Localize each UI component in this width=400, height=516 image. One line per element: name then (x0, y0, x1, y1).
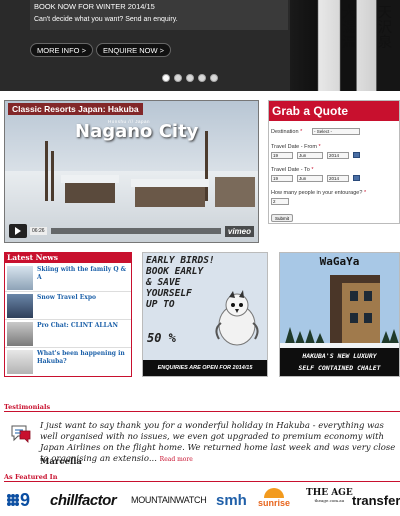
slider-dot[interactable] (210, 74, 218, 82)
hero-lantern-image: 大湯温 天沢泉 (290, 0, 400, 91)
video-big-title: Nagano City (75, 121, 199, 142)
roof (131, 179, 209, 187)
transfer-logo[interactable]: transfer (352, 488, 400, 512)
wagaya-title: WaGaYa (319, 255, 360, 268)
read-more-link[interactable]: Read more (160, 456, 193, 463)
slider-dots (162, 74, 218, 82)
news-thumbnail (7, 350, 33, 374)
to-label: Travel Date - To * (271, 167, 314, 173)
news-link[interactable]: Snow Travel Expo (37, 294, 129, 302)
wagaya-footer: HAKUBA'S NEW LUXURY SELF CONTAINED CHALE… (280, 348, 399, 376)
news-link[interactable]: Pro Chat: CLINT ALLAN (37, 322, 129, 330)
hero-subtext: Can't decide what you want? Send an enqu… (34, 16, 178, 23)
testimonials-heading: Testimonials (4, 403, 51, 411)
more-info-button[interactable]: MORE INFO > (30, 43, 93, 57)
news-link[interactable]: Skiing with the family Q & A (37, 266, 129, 282)
people-select[interactable]: 2 (271, 198, 289, 205)
enquire-now-button[interactable]: ENQUIRE NOW > (96, 43, 172, 57)
slider-dot[interactable] (186, 74, 194, 82)
video-player[interactable]: Classic Resorts Japan: Hakuba Honshu ///… (4, 100, 259, 243)
wagaya-banner[interactable]: WaGaYa HAKUBA'S NEW LUXURY SELF CONTAINE… (279, 252, 400, 377)
to-day-select[interactable]: 19 (271, 175, 293, 182)
news-item[interactable]: Snow Travel Expo (5, 292, 131, 320)
quote-form: Grab a Quote Destination * - Select - Tr… (268, 100, 400, 224)
calendar-icon[interactable] (353, 152, 360, 158)
house (215, 177, 255, 207)
window (350, 291, 358, 301)
window (364, 313, 372, 323)
video-progress-bar[interactable] (50, 228, 221, 234)
slider-dot[interactable] (174, 74, 182, 82)
news-thumbnail (7, 322, 33, 346)
sunrise-logo[interactable]: sunrise (258, 488, 290, 512)
house (135, 185, 205, 207)
news-thumbnail (7, 266, 33, 290)
early-birds-footer: ENQUIRIES ARE OPEN FOR 2014/15 (143, 360, 267, 376)
vimeo-logo[interactable]: vimeo (224, 225, 254, 237)
latest-news: Latest News Skiing with the family Q & A… (4, 252, 132, 377)
tree (205, 131, 208, 201)
early-birds-banner[interactable]: EARLY BIRDS! BOOK EARLY & SAVE YOURSELF … (142, 252, 268, 377)
mountainwatch-logo[interactable]: MOUNTAINWATCH (131, 488, 207, 512)
testimonial-author: Marcella (40, 457, 82, 467)
calendar-icon[interactable] (353, 175, 360, 181)
from-day-select[interactable]: 19 (271, 152, 293, 159)
slider-dot[interactable] (198, 74, 206, 82)
roof (61, 175, 119, 183)
speech-bubble-icon (11, 425, 31, 443)
featured-heading: As Featured In (4, 473, 58, 481)
sun-icon (264, 488, 284, 498)
tree (45, 141, 48, 201)
video-title[interactable]: Classic Resorts Japan: Hakuba (8, 103, 143, 115)
news-item[interactable]: What's been happening in Hakuba? (5, 348, 131, 376)
quote-title: Grab a Quote (269, 101, 399, 121)
divider (4, 411, 400, 412)
from-month-select[interactable]: Jun (297, 152, 323, 159)
discount-percent: 50 % (147, 331, 176, 345)
news-item[interactable]: Skiing with the family Q & A (5, 264, 131, 292)
news-title: Latest News (5, 253, 131, 263)
house (65, 181, 115, 203)
to-year-select[interactable]: 2014 (327, 175, 349, 182)
window (364, 291, 372, 301)
destination-label: Destination * (271, 129, 303, 135)
play-icon[interactable] (9, 224, 27, 238)
video-time: 06:26 (30, 227, 47, 235)
smh-logo[interactable]: smh (216, 488, 247, 512)
people-label: How many people in your entourage? * (271, 190, 367, 196)
the-age-logo[interactable]: THE AGE theage.com.au (306, 488, 353, 512)
dots-icon (7, 494, 19, 506)
video-controls: 06:26 vimeo (9, 224, 254, 238)
chillfactor-logo[interactable]: chillfactor (50, 488, 117, 512)
news-thumbnail (7, 294, 33, 318)
tree (51, 151, 54, 201)
hero-headline: BOOK NOW FOR WINTER 2014/15 (34, 2, 155, 11)
destination-select[interactable]: - Select - (312, 128, 360, 135)
news-link[interactable]: What's been happening in Hakuba? (37, 350, 129, 366)
from-label: Travel Date - From * (271, 144, 321, 150)
featured-logos: 9 chillfactor MOUNTAINWATCH smh sunrise … (6, 488, 400, 512)
window (350, 313, 358, 323)
early-birds-text: EARLY BIRDS! BOOK EARLY & SAVE YOURSELF … (146, 255, 215, 310)
testimonial-quote: I just want to say thank you for a wonde… (40, 421, 396, 464)
submit-button[interactable]: Submit (271, 214, 294, 222)
divider (4, 481, 400, 482)
channel-nine-logo[interactable]: 9 (6, 488, 30, 512)
slider-dot[interactable] (162, 74, 170, 82)
news-item[interactable]: Pro Chat: CLINT ALLAN (5, 320, 131, 348)
from-year-select[interactable]: 2014 (327, 152, 349, 159)
hero-banner: BOOK NOW FOR WINTER 2014/15 Can't decide… (0, 0, 400, 91)
to-month-select[interactable]: Jun (297, 175, 323, 182)
bird-icon (215, 290, 259, 346)
